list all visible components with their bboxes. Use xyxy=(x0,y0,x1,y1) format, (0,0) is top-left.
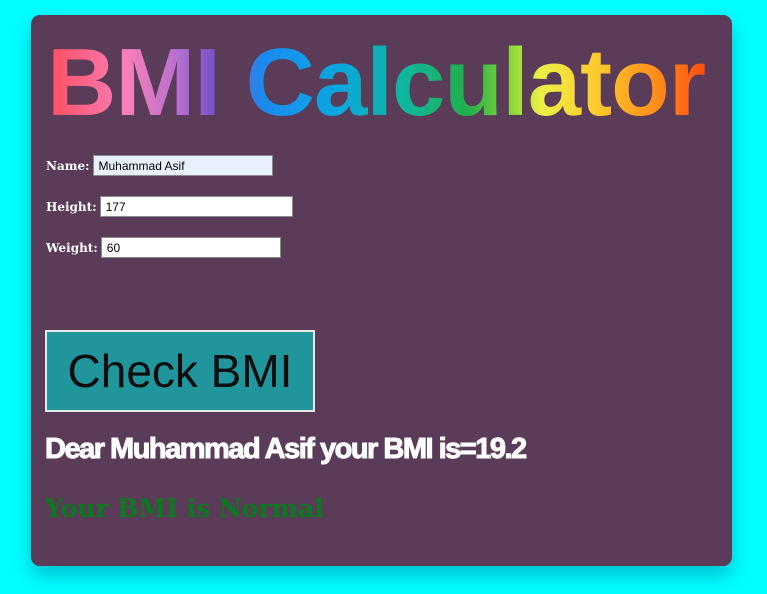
name-label: Name: xyxy=(46,158,90,173)
name-field-row: Name: xyxy=(46,155,273,176)
page-title: BMI Calculator xyxy=(47,29,706,136)
check-bmi-button[interactable]: Check BMI xyxy=(45,330,315,412)
bmi-status-text: Your BMI is Normal xyxy=(45,494,324,523)
height-label: Height: xyxy=(46,199,97,214)
weight-field-row: Weight: xyxy=(46,237,281,258)
height-field-row: Height: xyxy=(46,196,293,217)
weight-label: Weight: xyxy=(46,240,98,255)
bmi-result-text: Dear Muhammad Asif your BMI is=19.2 xyxy=(45,433,528,466)
name-input[interactable] xyxy=(92,155,273,176)
height-input[interactable] xyxy=(99,196,293,217)
weight-input[interactable] xyxy=(100,237,281,258)
